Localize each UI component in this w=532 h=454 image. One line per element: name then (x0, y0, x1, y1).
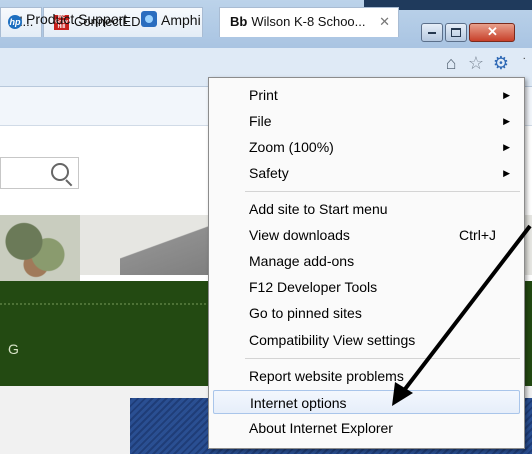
arrow-shaft (400, 224, 532, 395)
annotation-arrow (392, 224, 532, 406)
